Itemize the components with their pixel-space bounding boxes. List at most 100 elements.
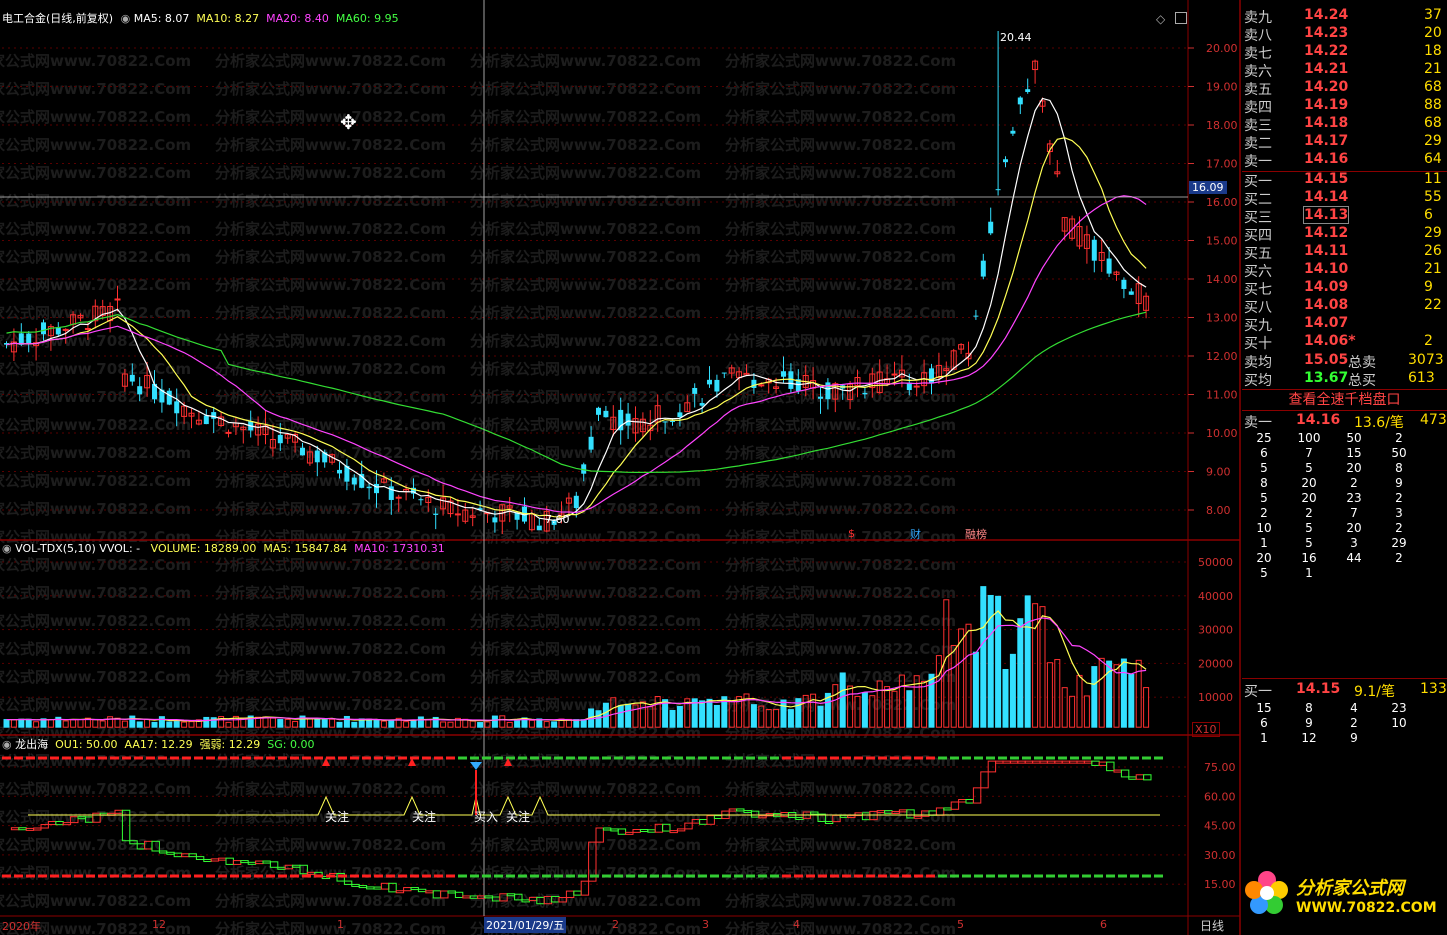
watermark-text: 分析家公式网www.70822.Com [470,360,701,378]
price-axis-label: 17.00 [1206,158,1238,171]
watermark-text: 分析家公式网www.70822.Com [0,108,191,126]
watermark-text: 分析家公式网www.70822.Com [470,192,701,210]
watermark-text: 分析家公式网www.70822.Com [470,640,701,658]
volume-bar [136,721,143,728]
volume-bar [158,716,165,728]
watermark-text: 分析家公式网www.70822.Com [470,220,701,238]
volume-bar [388,720,395,728]
candle-body [314,450,320,463]
watermark-text: 分析家公式网www.70822.Com [0,556,191,574]
watermark-text: 分析家公式网www.70822.Com [215,304,446,322]
watermark-text: 分析家公式网www.70822.Com [470,108,701,126]
chart-canvas[interactable]: 分析家公式网www.70822.Com 分析家公式网www.70822.Com 分析… [0,0,1447,935]
watermark-text: 分析家公式网www.70822.Com [215,444,446,462]
volume-bar [351,721,358,728]
watermark-text: 分析家公式网www.70822.Com [0,696,191,714]
price-axis-label: 9.00 [1206,466,1231,479]
watermark-text: 分析家公式网www.70822.Com [0,864,191,882]
watermark-text: 分析家公式网www.70822.Com [725,836,956,854]
watermark-text: 分析家公式网www.70822.Com [725,220,956,238]
stock-chart-window: 分析家公式网www.70822.Com 分析家公式网www.70822.Com 分析… [0,0,1447,935]
watermark-text: 分析家公式网www.70822.Com [725,108,956,126]
watermark-text: 分析家公式网www.70822.Com [470,528,701,546]
watermark-text: 分析家公式网www.70822.Com [0,780,191,798]
volume-bar [173,721,180,728]
watermark-text: 分析家公式网www.70822.Com [725,444,956,462]
watermark-text: 分析家公式网www.70822.Com [725,416,956,434]
watermark-text: 分析家公式网www.70822.Com [0,136,191,154]
watermark-text: 分析家公式网www.70822.Com [0,80,191,98]
watermark-text: 分析家公式网www.70822.Com [0,52,191,70]
volume-axis-label: 30000 [1198,624,1233,637]
watermark-text: 分析家公式网www.70822.Com [0,612,191,630]
candle-body [84,328,91,331]
watermark-text: 分析家公式网www.70822.Com [215,612,446,630]
volume-axis-label: 40000 [1198,590,1233,603]
watermark-text: 分析家公式网www.70822.Com [470,444,701,462]
candle-body [41,322,46,335]
price-axis-label: 18.00 [1206,119,1238,132]
volume-bar [3,719,10,728]
volume-bar [203,716,210,728]
indicator-axis-label: 60.00 [1204,790,1236,803]
candle-body [129,374,135,382]
volume-bar [580,719,587,728]
watermark-text: 分析家公式网www.70822.Com [215,556,446,574]
watermark-text: 分析家公式网www.70822.Com [470,332,701,350]
watermark-text: 分析家公式网www.70822.Com [0,248,191,266]
candle-body [603,410,609,418]
price-axis-label: 15.00 [1206,235,1238,248]
watermark-text: 分析家公式网www.70822.Com [215,780,446,798]
price-axis-label: 20.00 [1206,42,1238,55]
watermark-text: 分析家公式网www.70822.Com [725,528,956,546]
price-axis-label: 12.00 [1206,350,1238,363]
watermark-text: 分析家公式网www.70822.Com [725,472,956,490]
watermark-text: 分析家公式网www.70822.Com [470,780,701,798]
watermark-text: 分析家公式网www.70822.Com [725,780,956,798]
candle-body [395,496,402,499]
watermark-text: 分析家公式网www.70822.Com [725,864,956,882]
volume-bar [151,721,158,728]
watermark-text: 分析家公式网www.70822.Com [0,500,191,518]
watermark-text: 分析家公式网www.70822.Com [725,248,956,266]
candle-body [492,517,498,523]
watermark-text: 分析家公式网www.70822.Com [470,612,701,630]
indicator-axis-label: 15.00 [1204,878,1236,891]
candle-body [211,412,217,419]
watermark-text: 分析家公式网www.70822.Com [215,332,446,350]
watermark-text: 分析家公式网www.70822.Com [725,556,956,574]
watermark-text: 分析家公式网www.70822.Com [215,164,446,182]
watermark-text: 分析家公式网www.70822.Com [470,304,701,322]
volume-bar [343,715,350,728]
price-axis-label: 10.00 [1206,427,1238,440]
volume-bar [617,705,624,728]
volume-bar [373,719,380,728]
watermark-text: 分析家公式网www.70822.Com [470,248,701,266]
watermark-text: 分析家公式网www.70822.Com [470,584,701,602]
watermark-text: 分析家公式网www.70822.Com [725,500,956,518]
volume-bar [625,703,632,728]
watermark-text: 分析家公式网www.70822.Com [470,668,701,686]
volume-bar [595,710,602,728]
volume-bar [321,719,328,728]
candle-body [174,401,180,414]
watermark-text: 分析家公式网www.70822.Com [470,80,701,98]
watermark-text: 分析家公式网www.70822.Com [215,892,446,910]
watermark-text: 分析家公式网www.70822.Com [215,80,446,98]
watermark-text: 分析家公式网www.70822.Com [215,52,446,70]
watermark-text: 分析家公式网www.70822.Com [470,136,701,154]
candle-body [433,513,439,515]
volume-axis-label: 50000 [1198,556,1233,569]
volume-bar [551,721,558,728]
watermark-text: 分析家公式网www.70822.Com [470,388,701,406]
volume-bar [477,722,484,728]
watermark-text: 分析家公式网www.70822.Com [215,220,446,238]
volume-axis-label: 20000 [1198,657,1233,670]
watermark-text: 分析家公式网www.70822.Com [725,304,956,322]
watermark-text: 分析家公式网www.70822.Com [215,668,446,686]
watermark-text: 分析家公式网www.70822.Com [470,556,701,574]
watermark-text: 分析家公式网www.70822.Com [215,696,446,714]
watermark-text: 分析家公式网www.70822.Com [725,136,956,154]
candle-body [374,483,379,494]
watermark-text: 分析家公式网www.70822.Com [725,52,956,70]
